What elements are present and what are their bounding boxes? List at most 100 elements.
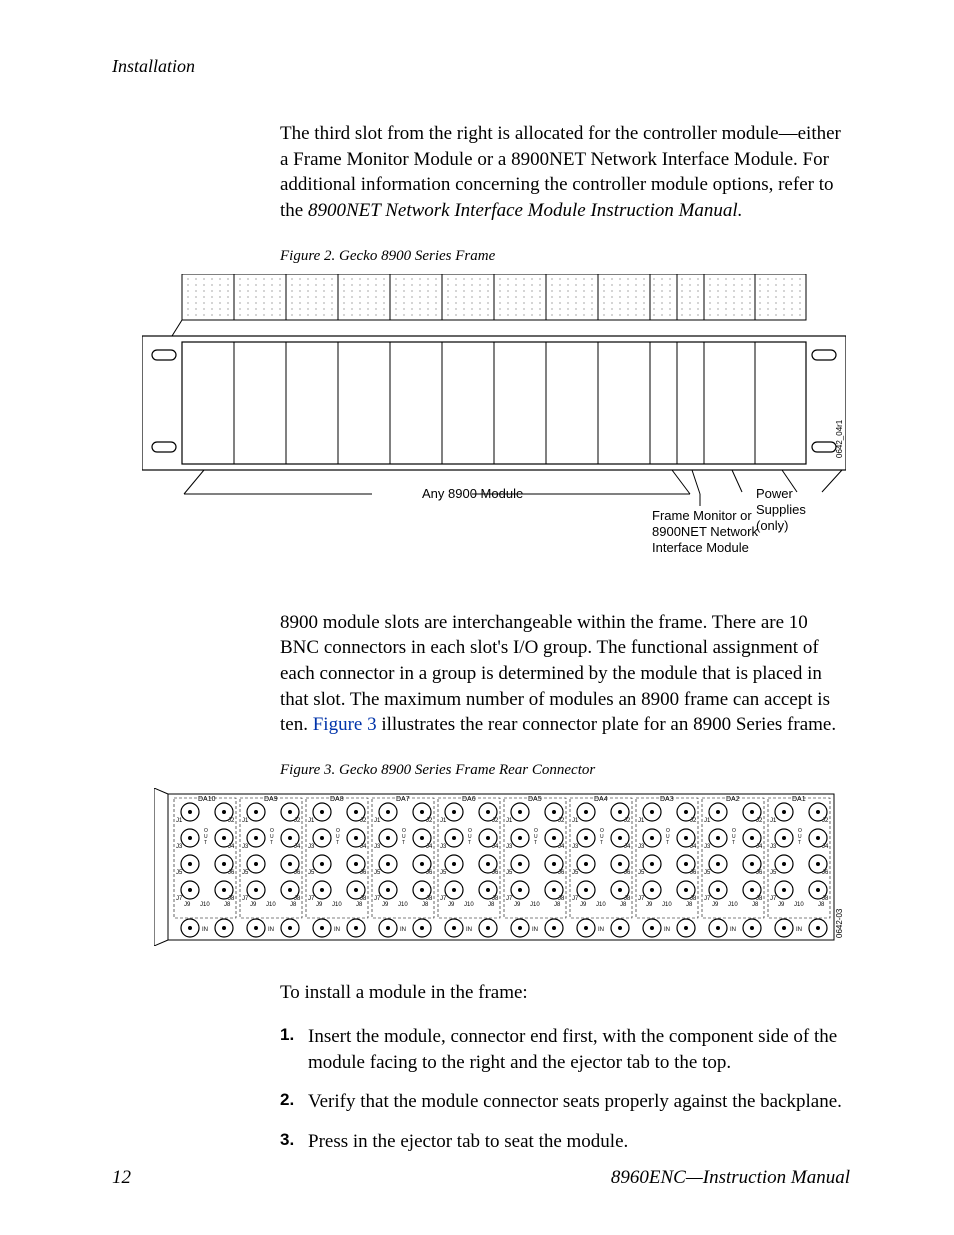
svg-text:J4: J4 xyxy=(756,844,763,850)
svg-text:J10: J10 xyxy=(332,902,342,908)
paragraph-install: To install a module in the frame: xyxy=(280,980,850,1006)
svg-text:DA6: DA6 xyxy=(462,796,476,803)
step-3: 3. Press in the ejector tab to seat the m… xyxy=(280,1129,850,1155)
body-column-2: 8900 module slots are interchangeable wi… xyxy=(280,610,850,780)
svg-text:T: T xyxy=(204,840,207,846)
figure3-caption: Figure 3. Gecko 8900 Series Frame Rear C… xyxy=(280,760,850,780)
svg-text:J8: J8 xyxy=(554,902,561,908)
svg-text:J2: J2 xyxy=(360,818,367,824)
svg-text:IN: IN xyxy=(400,927,406,933)
svg-text:J7: J7 xyxy=(770,896,777,902)
svg-text:J2: J2 xyxy=(294,818,301,824)
svg-text:J4: J4 xyxy=(360,844,367,850)
svg-text:J4: J4 xyxy=(294,844,301,850)
page-number: 12 xyxy=(112,1167,131,1189)
svg-text:T: T xyxy=(732,840,735,846)
svg-text:J8: J8 xyxy=(290,902,297,908)
svg-text:J5: J5 xyxy=(506,870,513,876)
svg-text:J7: J7 xyxy=(308,896,315,902)
svg-text:J9: J9 xyxy=(778,902,785,908)
figure3-link[interactable]: Figure 3 xyxy=(313,714,377,735)
svg-text:J8: J8 xyxy=(488,902,495,908)
svg-text:T: T xyxy=(336,840,339,846)
svg-text:J10: J10 xyxy=(398,902,408,908)
svg-text:J2: J2 xyxy=(228,818,235,824)
figure2-caption: Figure 2. Gecko 8900 Series Frame xyxy=(280,246,850,266)
svg-text:J2: J2 xyxy=(558,818,565,824)
body-column-3: To install a module in the frame: 1.Inse… xyxy=(280,980,850,1154)
svg-text:J7: J7 xyxy=(440,896,447,902)
svg-text:J7: J7 xyxy=(374,896,381,902)
figure2-label-fm3: Interface Module xyxy=(652,540,749,555)
svg-text:J9: J9 xyxy=(316,902,323,908)
svg-text:DA1: DA1 xyxy=(792,796,806,803)
step-num: 3. xyxy=(280,1129,294,1152)
svg-text:J4: J4 xyxy=(558,844,565,850)
body-column: The third slot from the right is allocat… xyxy=(280,121,850,266)
svg-text:J8: J8 xyxy=(620,902,627,908)
svg-text:J6: J6 xyxy=(624,870,631,876)
paragraph-slots: 8900 module slots are interchangeable wi… xyxy=(280,610,850,738)
svg-text:IN: IN xyxy=(334,927,340,933)
svg-text:J3: J3 xyxy=(308,844,315,850)
svg-text:J10: J10 xyxy=(596,902,606,908)
svg-text:T: T xyxy=(468,840,471,846)
svg-text:T: T xyxy=(534,840,537,846)
paragraph-intro: The third slot from the right is allocat… xyxy=(280,121,850,224)
svg-text:J6: J6 xyxy=(756,870,763,876)
figure2-label-ps2: Supplies xyxy=(756,502,806,517)
figure2-code: 0642_04r1 xyxy=(835,419,844,458)
svg-text:DA8: DA8 xyxy=(330,796,344,803)
figure2-label-ps3: (only) xyxy=(756,518,789,533)
svg-text:DA4: DA4 xyxy=(594,796,608,803)
svg-text:DA2: DA2 xyxy=(726,796,740,803)
svg-text:J3: J3 xyxy=(770,844,777,850)
svg-text:J6: J6 xyxy=(294,870,301,876)
figure2-label-any: Any 8900 Module xyxy=(422,486,523,501)
svg-text:J3: J3 xyxy=(506,844,513,850)
svg-text:DA7: DA7 xyxy=(396,796,410,803)
svg-text:IN: IN xyxy=(268,927,274,933)
svg-text:J9: J9 xyxy=(646,902,653,908)
svg-text:J6: J6 xyxy=(690,870,697,876)
svg-text:DA9: DA9 xyxy=(264,796,278,803)
figure2: 0642_04r1 Any 8900 Module Frame Monitor … xyxy=(142,274,846,574)
svg-text:J10: J10 xyxy=(794,902,804,908)
svg-text:J9: J9 xyxy=(514,902,521,908)
svg-text:J6: J6 xyxy=(426,870,433,876)
svg-text:J3: J3 xyxy=(440,844,447,850)
step-text: Press in the ejector tab to seat the mod… xyxy=(308,1131,628,1152)
step-text: Insert the module, connector end first, … xyxy=(308,1026,837,1073)
svg-text:J1: J1 xyxy=(176,818,183,824)
svg-text:J10: J10 xyxy=(266,902,276,908)
svg-text:J1: J1 xyxy=(572,818,579,824)
svg-text:T: T xyxy=(402,840,405,846)
svg-text:J8: J8 xyxy=(686,902,693,908)
svg-text:J7: J7 xyxy=(506,896,513,902)
svg-text:J5: J5 xyxy=(176,870,183,876)
svg-text:DA10: DA10 xyxy=(198,796,216,803)
svg-text:J5: J5 xyxy=(770,870,777,876)
svg-text:J2: J2 xyxy=(624,818,631,824)
svg-text:J10: J10 xyxy=(464,902,474,908)
svg-text:J6: J6 xyxy=(228,870,235,876)
svg-text:J1: J1 xyxy=(440,818,447,824)
svg-text:J10: J10 xyxy=(662,902,672,908)
svg-text:IN: IN xyxy=(202,927,208,933)
para2-text-b: illustrates the rear connector plate for… xyxy=(377,714,837,735)
svg-text:J1: J1 xyxy=(308,818,315,824)
svg-text:J5: J5 xyxy=(638,870,645,876)
svg-text:J7: J7 xyxy=(176,896,183,902)
svg-text:J5: J5 xyxy=(440,870,447,876)
svg-text:J10: J10 xyxy=(728,902,738,908)
footer: 12 8960ENC—Instruction Manual xyxy=(112,1167,850,1189)
svg-text:J1: J1 xyxy=(704,818,711,824)
figure3-code: 0642-03 xyxy=(835,908,844,938)
svg-text:J8: J8 xyxy=(224,902,231,908)
svg-text:J2: J2 xyxy=(492,818,499,824)
svg-text:J1: J1 xyxy=(770,818,777,824)
svg-text:DA5: DA5 xyxy=(528,796,542,803)
svg-text:J4: J4 xyxy=(690,844,697,850)
step-num: 2. xyxy=(280,1089,294,1112)
svg-text:T: T xyxy=(600,840,603,846)
